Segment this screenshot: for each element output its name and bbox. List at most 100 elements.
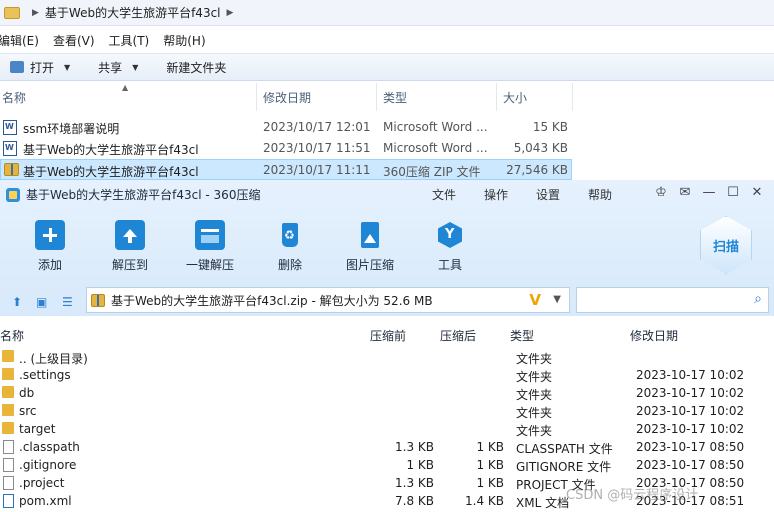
feedback-icon[interactable]: ✉ (674, 185, 696, 200)
zip-item-type: 文件夹 (516, 406, 553, 420)
menu-operate[interactable]: 操作 (484, 186, 508, 203)
file-name: 基于Web的大学生旅游平台f43cl (23, 165, 199, 179)
zip-item-name: .classpath (19, 440, 80, 454)
zip-item-packed: 1.3 KB (395, 476, 434, 490)
zip-item-packed: 1.3 KB (395, 440, 434, 454)
zip-item-type: 文件夹 (516, 352, 553, 366)
extract-icon (115, 220, 145, 250)
zip-row[interactable]: .classpath 1.3 KB 1 KB CLASSPATH 文件 2023… (0, 438, 774, 456)
menu-help[interactable]: 帮助(H) (163, 32, 205, 49)
file-row-selected[interactable]: 基于Web的大学生旅游平台f43cl 2023/10/17 11:11 360压… (0, 159, 572, 180)
zip-row-parent[interactable]: .. (上级目录) 文件夹 (0, 348, 774, 366)
list-view-icon[interactable]: ☰ (62, 295, 73, 309)
add-button[interactable]: 添加 (15, 220, 85, 273)
column-modified[interactable]: 修改日期 (263, 89, 311, 106)
share-button[interactable]: 共享 ▼ (98, 59, 138, 76)
column-name[interactable]: 名称 (2, 89, 26, 106)
zip-item-packed: 1 KB (406, 458, 434, 472)
zip-item-modified: 2023-10-17 08:50 (636, 440, 745, 454)
zip-archive-icon (4, 163, 19, 176)
zip-menu-bar: 文件 操作 设置 帮助 (432, 186, 640, 203)
zip-column-compressed[interactable]: 压缩后 (440, 327, 476, 344)
zip-item-name: db (19, 386, 35, 400)
word-document-icon (3, 141, 17, 156)
column-size[interactable]: 大小 (503, 89, 527, 106)
breadcrumb[interactable]: 基于Web的大学生旅游平台f43cl (45, 4, 221, 21)
file-type: Microsoft Word ... (383, 141, 488, 155)
folder-icon (4, 6, 20, 19)
column-divider[interactable] (256, 83, 257, 111)
tools-button[interactable]: 工具 (415, 220, 485, 273)
word-document-icon (3, 120, 17, 135)
zip-column-type[interactable]: 类型 (510, 327, 534, 344)
xml-file-icon (3, 494, 14, 508)
menu-tools[interactable]: 工具(T) (109, 32, 150, 49)
skin-icon[interactable]: ♔ (650, 185, 672, 200)
chevron-down-icon[interactable]: ▼ (553, 294, 561, 305)
zip-item-type: 文件夹 (516, 424, 553, 438)
one-click-extract-button[interactable]: 一键解压 (175, 220, 245, 273)
zip-row[interactable]: target 文件夹 2023-10-17 10:02 (0, 420, 774, 438)
file-icon (3, 440, 14, 454)
file-size: 27,546 KB (506, 163, 568, 177)
explorer-column-headers: 名称 修改日期 类型 大小 (0, 83, 774, 111)
open-button[interactable]: 打开 ▼ (10, 59, 70, 76)
column-divider[interactable] (572, 83, 573, 111)
view-mode-icon[interactable]: ▣ (36, 295, 47, 309)
add-label: 添加 (37, 258, 62, 272)
menu-settings[interactable]: 设置 (536, 186, 560, 203)
zip-nav-bar: ⬆ ▣ ☰ 基于Web的大学生旅游平台f43cl.zip - 解包大小为 52.… (0, 284, 774, 316)
zip-row[interactable]: src 文件夹 2023-10-17 10:02 (0, 402, 774, 420)
delete-button[interactable]: 删除 (255, 220, 325, 273)
zip-item-name: pom.xml (19, 494, 72, 508)
column-divider[interactable] (496, 83, 497, 111)
file-modified: 2023/10/17 11:11 (263, 163, 371, 177)
menu-view[interactable]: 查看(V) (53, 32, 95, 49)
menu-edit[interactable]: 编辑(E) (0, 32, 39, 49)
image-compress-label: 图片压缩 (345, 258, 394, 272)
file-size: 5,043 KB (513, 141, 568, 155)
column-type[interactable]: 类型 (383, 89, 407, 106)
file-row[interactable]: 基于Web的大学生旅游平台f43cl 2023/10/17 11:51 Micr… (0, 138, 572, 159)
trash-icon (275, 220, 305, 250)
search-icon[interactable]: ⌕ (754, 291, 762, 307)
chevron-right-icon[interactable]: ▶ (32, 8, 39, 18)
explorer-address-bar[interactable]: ▶ 基于Web的大学生旅游平台f43cl ▶ (0, 0, 774, 26)
new-folder-label: 新建文件夹 (166, 60, 227, 75)
zip-row[interactable]: db 文件夹 2023-10-17 10:02 (0, 384, 774, 402)
menu-help[interactable]: 帮助 (588, 186, 612, 203)
zip-row[interactable]: .settings 文件夹 2023-10-17 10:02 (0, 366, 774, 384)
zip-item-modified: 2023-10-17 10:02 (636, 422, 745, 436)
minimize-button[interactable]: — (698, 185, 720, 200)
zip-column-name[interactable]: 名称 (0, 327, 24, 344)
up-arrow-icon[interactable]: ⬆ (12, 295, 22, 309)
zip-column-packed[interactable]: 压缩前 (370, 327, 406, 344)
explorer-toolbar: 打开 ▼ 共享 ▼ 新建文件夹 (0, 53, 774, 81)
file-size: 15 KB (532, 120, 568, 134)
extract-to-button[interactable]: 解压到 (95, 220, 165, 273)
archive-path-field[interactable]: 基于Web的大学生旅游平台f43cl.zip - 解包大小为 52.6 MB V… (86, 287, 570, 313)
image-compress-button[interactable]: 图片压缩 (335, 220, 405, 273)
folder-icon (2, 404, 14, 416)
file-icon (3, 476, 14, 490)
column-divider[interactable] (376, 83, 377, 111)
file-name: 基于Web的大学生旅游平台f43cl (23, 143, 199, 157)
watermark: CSDN @码云程序设计 (566, 488, 699, 503)
zip-column-modified[interactable]: 修改日期 (630, 327, 678, 344)
scan-button[interactable]: 扫描 (700, 216, 752, 274)
zip-item-compressed: 1 KB (476, 440, 504, 454)
maximize-button[interactable]: ☐ (722, 185, 744, 200)
zip-row[interactable]: .gitignore 1 KB 1 KB GITIGNORE 文件 2023-1… (0, 456, 774, 474)
zip-item-compressed: 1 KB (476, 458, 504, 472)
zip-title-bar[interactable]: 基于Web的大学生旅游平台f43cl - 360压缩 (6, 186, 260, 203)
tools-icon (435, 220, 465, 250)
file-row[interactable]: ssm环境部署说明 2023/10/17 12:01 Microsoft Wor… (0, 117, 572, 138)
zip-item-name: .project (19, 476, 65, 490)
close-button[interactable]: ✕ (746, 185, 768, 200)
search-input[interactable]: ⌕ (576, 287, 769, 313)
menu-file[interactable]: 文件 (432, 186, 456, 203)
zip-item-name: .settings (19, 368, 71, 382)
zip-item-type: GITIGNORE 文件 (516, 460, 612, 474)
new-folder-button[interactable]: 新建文件夹 (166, 59, 226, 76)
chevron-right-icon[interactable]: ▶ (227, 8, 234, 18)
